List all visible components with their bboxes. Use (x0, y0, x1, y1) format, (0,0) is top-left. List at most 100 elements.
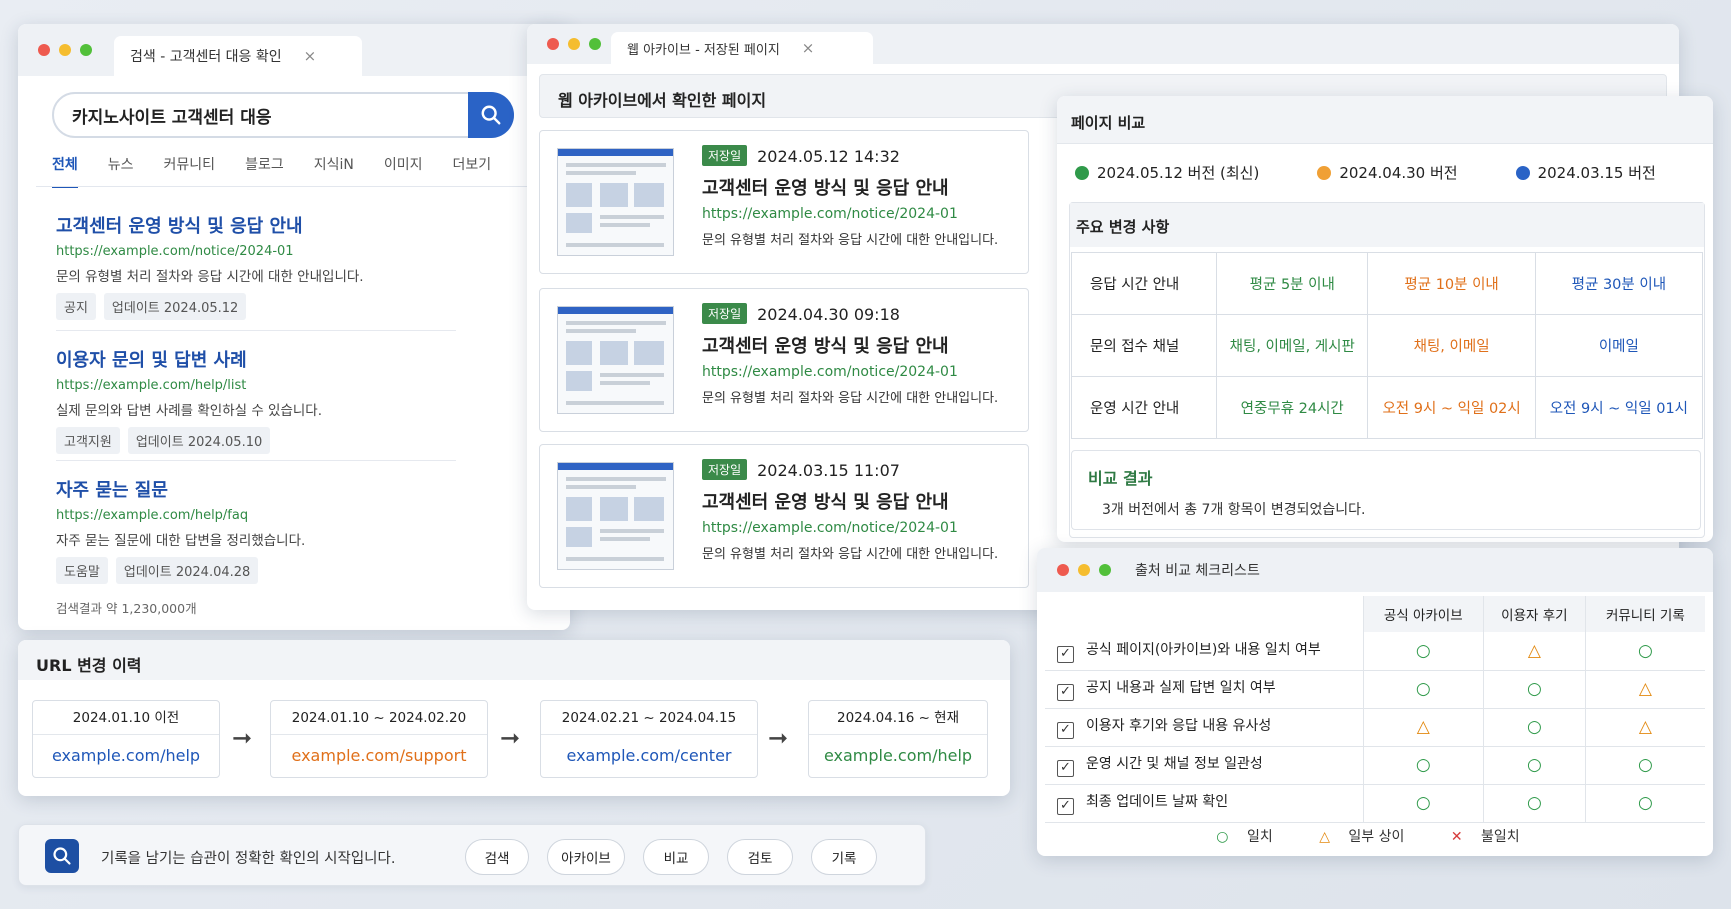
table-row: ✓ 공지 내용과 실제 답변 일치 여부 ○ ○ △ (1045, 670, 1705, 709)
saved-date: 2024.03.15 11:07 (757, 461, 900, 480)
card-description: 문의 유형별 처리 절차와 응답 시간에 대한 안내입니다. (702, 233, 999, 248)
archive-card[interactable]: 저장일 2024.04.30 09:18 고객센터 운영 방식 및 응답 안내 h… (539, 288, 1029, 432)
tab-news[interactable]: 뉴스 (108, 154, 134, 188)
checkbox[interactable]: ✓ (1057, 722, 1074, 739)
tab-all[interactable]: 전체 (52, 154, 78, 188)
archive-card[interactable]: 저장일 2024.05.12 14:32 고객센터 운영 방식 및 응답 안내 h… (539, 130, 1029, 274)
url-link[interactable]: example.com/help (33, 735, 219, 777)
tab-title: 검색 - 고객센터 대응 확인 (130, 49, 282, 65)
close-window-button[interactable] (1057, 564, 1069, 576)
checkbox[interactable]: ✓ (1057, 645, 1074, 663)
search-input[interactable]: 카지노사이트 고객센터 대응 (52, 92, 514, 138)
cross-icon: ✕ (1450, 829, 1463, 845)
result-tag: 공지 (56, 293, 96, 320)
maximize-window-button[interactable] (80, 44, 92, 56)
match-mark: ○ (1584, 632, 1705, 671)
tab-knowledge[interactable]: 지식iN (314, 154, 354, 188)
card-url[interactable]: https://example.com/notice/2024-01 (702, 520, 998, 536)
result-url[interactable]: https://example.com/help/list (56, 378, 436, 393)
page-thumbnail (557, 306, 674, 414)
maximize-window-button[interactable] (589, 38, 601, 50)
compare-button[interactable]: 비교 (643, 839, 709, 875)
browser-tab[interactable]: 검색 - 고객센터 대응 확인 × (114, 36, 362, 76)
checklist-table: 공식 아카이브 이용자 후기 커뮤니티 기록 ✓ 공식 페이지(아카이브)와 내용 일… (1045, 596, 1705, 823)
checkbox[interactable]: ✓ (1057, 798, 1074, 815)
column-header: 공식 아카이브 (1362, 596, 1484, 632)
row-key: 운영 시간 안내 (1071, 376, 1217, 439)
checkbox[interactable]: ✓ (1057, 760, 1074, 777)
archive-button[interactable]: 아카이브 (547, 839, 625, 875)
search-result: 고객센터 운영 방식 및 응답 안내 https://example.com/n… (56, 212, 436, 320)
check-item-label: 공식 페이지(아카이브)와 내용 일치 여부 (1086, 641, 1321, 658)
close-window-button[interactable] (38, 44, 50, 56)
card-url[interactable]: https://example.com/notice/2024-01 (702, 364, 998, 380)
arrow-right-icon: ➞ (768, 724, 789, 752)
search-result: 자주 묻는 질문 https://example.com/help/faq 자주… (56, 476, 436, 584)
match-mark: ○ (1482, 784, 1586, 823)
result-update-date: 업데이트 2024.04.28 (115, 557, 259, 584)
url-history-title: URL 변경 이력 (18, 640, 1010, 680)
tab-images[interactable]: 이미지 (384, 154, 423, 188)
search-button[interactable] (468, 92, 514, 138)
arrow-right-icon: ➞ (500, 724, 521, 752)
legend-mismatch: ✕ 불일치 (1450, 829, 1520, 845)
search-button[interactable]: 검색 (465, 839, 529, 875)
page-thumbnail (557, 148, 674, 256)
triangle-icon: △ (1319, 829, 1330, 845)
card-title: 고객센터 운영 방식 및 응답 안내 (702, 178, 949, 199)
tab-community[interactable]: 커뮤니티 (164, 154, 216, 188)
result-tag: 도움말 (56, 557, 108, 584)
match-mark: ○ (1584, 746, 1705, 785)
tab-blog[interactable]: 블로그 (245, 154, 284, 188)
match-mark: ○ (1482, 746, 1586, 785)
record-button[interactable]: 기록 (811, 839, 877, 875)
page-thumbnail (557, 462, 674, 570)
check-item-label: 운영 시간 및 채널 정보 일관성 (1086, 756, 1263, 772)
tab-close-icon[interactable]: × (304, 47, 317, 65)
row-key: 응답 시간 안내 (1071, 252, 1217, 315)
result-url[interactable]: https://example.com/help/faq (56, 508, 436, 523)
url-entry: 2024.01.10 ~ 2024.02.20 example.com/suppo… (270, 700, 488, 778)
checklist-legend: ○ 일치 △ 일부 상이 ✕ 불일치 (1037, 826, 1713, 846)
cell-latest: 평균 5분 이내 (1215, 252, 1369, 315)
checklist-window: 출처 비교 체크리스트 공식 아카이브 이용자 후기 커뮤니티 기록 ✓ 공식 페이지… (1037, 548, 1713, 856)
url-link[interactable]: example.com/support (271, 735, 487, 777)
card-url[interactable]: https://example.com/notice/2024-01 (702, 206, 998, 222)
close-window-button[interactable] (547, 38, 559, 50)
partial-mark: △ (1482, 632, 1586, 671)
cell-mid: 평균 10분 이내 (1367, 252, 1536, 315)
result-title-link[interactable]: 고객센터 운영 방식 및 응답 안내 (56, 212, 436, 238)
tab-more[interactable]: 더보기 (452, 154, 491, 188)
url-entry: 2024.04.16 ~ 현재 example.com/help (808, 700, 988, 778)
result-update-date: 업데이트 2024.05.10 (127, 427, 271, 454)
review-button[interactable]: 검토 (727, 839, 793, 875)
minimize-window-button[interactable] (59, 44, 71, 56)
minimize-window-button[interactable] (568, 38, 580, 50)
legend-item: 2024.03.15 버전 (1515, 162, 1656, 183)
divider (56, 460, 456, 461)
match-mark: ○ (1362, 632, 1484, 671)
title-bar: 웹 아카이브 - 저장된 페이지 × (527, 24, 1679, 64)
search-icon (45, 839, 79, 873)
cell-oldest: 평균 30분 이내 (1534, 252, 1704, 315)
result-title-link[interactable]: 자주 묻는 질문 (56, 476, 436, 502)
maximize-window-button[interactable] (1099, 564, 1111, 576)
result-title-link[interactable]: 이용자 문의 및 답변 사례 (56, 346, 436, 372)
result-url[interactable]: https://example.com/notice/2024-01 (56, 244, 436, 259)
compare-result: 비교 결과 3개 버전에서 총 7개 항목이 변경되었습니다. (1071, 450, 1701, 530)
minimize-window-button[interactable] (1078, 564, 1090, 576)
result-description: 자주 묻는 질문에 대한 답변을 정리했습니다. (56, 533, 306, 549)
tab-close-icon[interactable]: × (802, 39, 815, 57)
browser-tab[interactable]: 웹 아카이브 - 저장된 페이지 × (611, 32, 873, 64)
tab-title: 웹 아카이브 - 저장된 페이지 (627, 42, 780, 58)
cell-latest: 연중무휴 24시간 (1215, 376, 1369, 439)
url-link[interactable]: example.com/help (809, 735, 987, 777)
result-text: 3개 버전에서 총 7개 항목이 변경되었습니다. (1102, 502, 1366, 518)
footer-text: 기록을 남기는 습관이 정확한 확인의 시작입니다. (101, 851, 396, 867)
partial-mark: △ (1584, 670, 1705, 709)
check-item-label: 최종 업데이트 날짜 확인 (1086, 794, 1229, 810)
match-mark: ○ (1482, 670, 1586, 709)
url-link[interactable]: example.com/center (541, 735, 757, 777)
checkbox[interactable]: ✓ (1057, 684, 1074, 701)
archive-card[interactable]: 저장일 2024.03.15 11:07 고객센터 운영 방식 및 응답 안내 h… (539, 444, 1029, 588)
